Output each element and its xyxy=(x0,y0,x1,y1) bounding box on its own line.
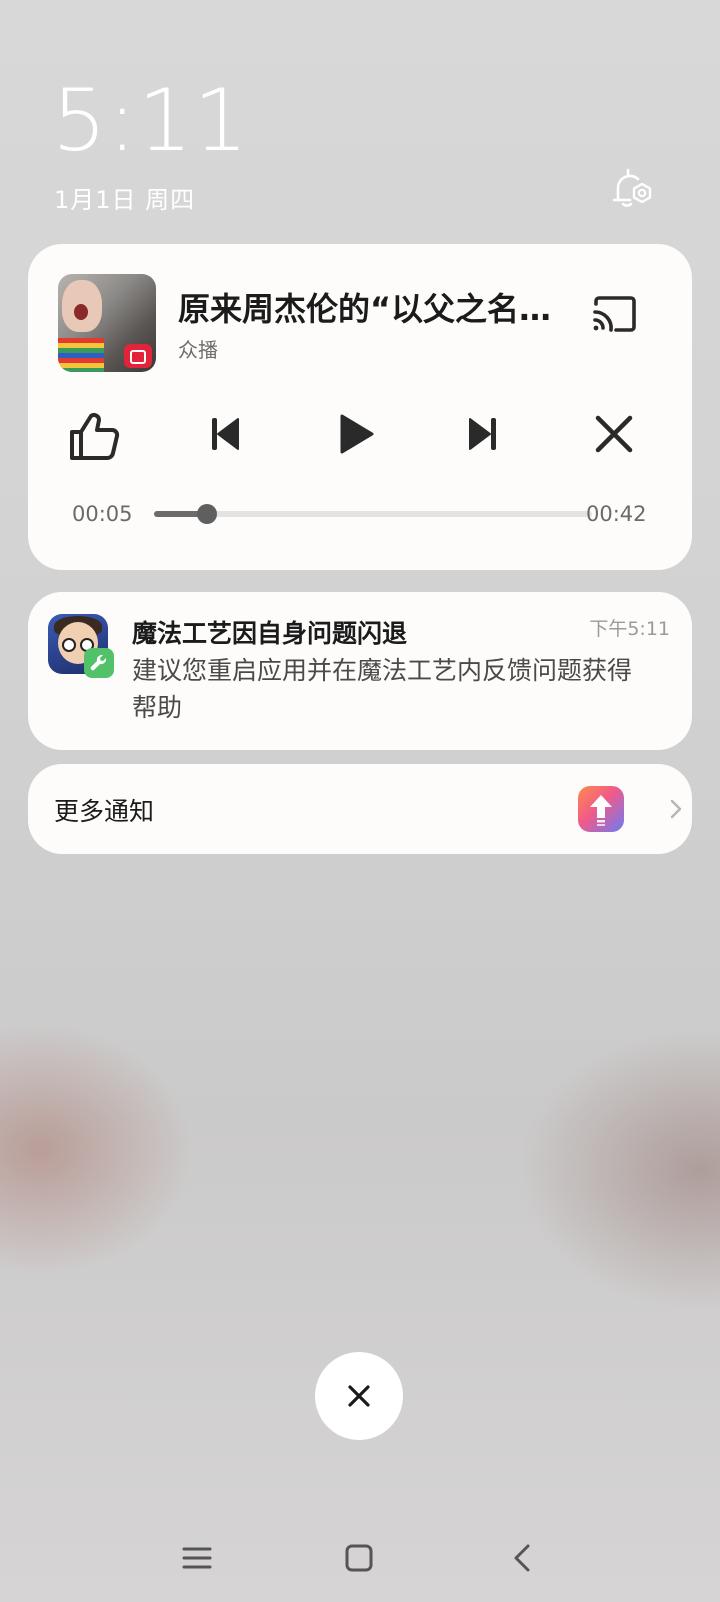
close-media-button[interactable] xyxy=(584,404,644,464)
more-notifications-label: 更多通知 xyxy=(54,797,155,826)
thumbs-up-button[interactable] xyxy=(64,404,124,464)
play-button[interactable] xyxy=(324,404,384,464)
notification-time: 下午5:11 xyxy=(589,618,670,640)
play-icon xyxy=(340,414,374,454)
notification-body: 建议您重启应用并在魔法工艺内反馈问题获得帮助 xyxy=(132,656,633,722)
skip-previous-icon xyxy=(212,418,239,450)
close-icon xyxy=(348,1385,370,1407)
system-navigation-bar xyxy=(0,1520,720,1590)
more-notifications-button[interactable]: 更多通知 xyxy=(28,764,692,854)
thumbnail-mouth xyxy=(74,304,88,320)
media-player-card[interactable]: 原来周杰伦的“以父之名… 众播 00:05 00:42 xyxy=(28,244,692,570)
notification-title: 魔法工艺因自身问题闪退 xyxy=(132,619,408,648)
tv-app-badge-icon xyxy=(124,344,152,368)
icon-character-eye xyxy=(62,638,76,652)
chevron-right-icon xyxy=(666,794,686,824)
media-thumbnail[interactable] xyxy=(58,274,156,372)
elapsed-time: 00:05 xyxy=(72,502,133,526)
wrench-icon xyxy=(84,648,114,678)
thumbnail-shirt xyxy=(58,338,104,372)
lockscreen-date: 1月1日 周四 xyxy=(54,186,196,214)
back-button[interactable] xyxy=(503,1538,543,1578)
progress-scrubber[interactable] xyxy=(196,504,217,524)
skip-next-icon xyxy=(469,418,496,450)
menu-icon xyxy=(182,1547,212,1569)
close-icon xyxy=(595,415,633,453)
total-duration: 00:42 xyxy=(586,502,647,526)
clear-all-notifications-button[interactable] xyxy=(315,1352,403,1440)
crash-notification-card[interactable]: 魔法工艺因自身问题闪退 下午5:11 建议您重启应用并在魔法工艺内反馈问题获得帮… xyxy=(28,592,692,750)
cast-icon[interactable] xyxy=(590,294,640,336)
skip-next-button[interactable] xyxy=(454,404,514,464)
recent-apps-button[interactable] xyxy=(177,1538,217,1578)
progress-track[interactable] xyxy=(154,504,592,524)
media-title: 原来周杰伦的“以父之名… xyxy=(178,290,552,328)
lockscreen-clock: 5:11 xyxy=(52,71,250,171)
skip-previous-button[interactable] xyxy=(194,404,254,464)
bell-settings-icon[interactable] xyxy=(608,166,656,214)
back-icon xyxy=(514,1544,530,1572)
home-icon xyxy=(345,1544,373,1572)
media-app-name: 众播 xyxy=(178,338,218,362)
home-button[interactable] xyxy=(339,1538,379,1578)
upload-app-icon xyxy=(578,786,624,832)
thumbs-up-icon xyxy=(70,413,120,460)
